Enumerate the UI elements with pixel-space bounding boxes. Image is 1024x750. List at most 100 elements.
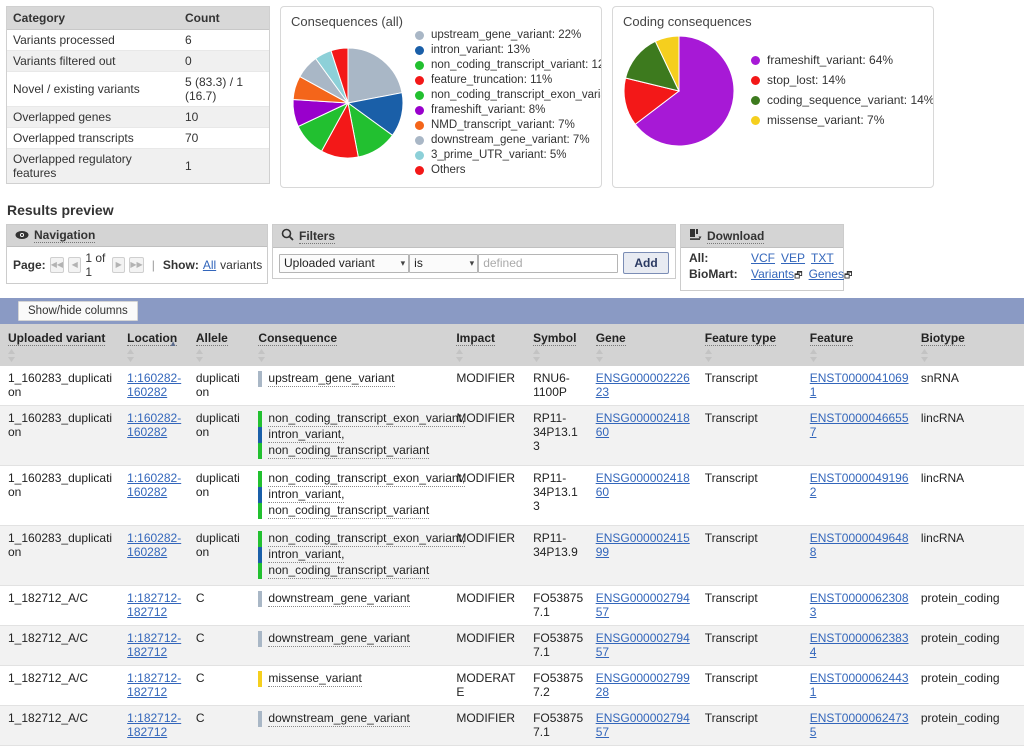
filter-field-select[interactable]: Uploaded variant [279, 253, 410, 273]
sort-toggle-icon[interactable] [533, 349, 541, 362]
sort-toggle-icon[interactable] [809, 349, 817, 362]
gene-link[interactable]: ENSG00000279457 [596, 591, 690, 619]
location-link[interactable]: 1:160282-160282 [127, 371, 181, 399]
next-page-icon[interactable]: ▶ [112, 257, 126, 273]
legend-label: frameshift_variant: 64% [767, 53, 894, 67]
cell-allele: duplication [187, 405, 251, 466]
gene-link[interactable]: ENSG00000241599 [596, 531, 690, 559]
stats-count: 10 [179, 106, 269, 128]
legend-item: 3_prime_UTR_variant: 5% [415, 149, 601, 161]
summary-row: Category Count Variants processed 6 Varian… [0, 0, 1024, 188]
gene-link[interactable]: ENSG00000241860 [596, 471, 690, 499]
first-page-icon[interactable]: ◀◀ [49, 257, 64, 273]
column-header-feature[interactable]: Feature [801, 324, 913, 366]
stats-category: Overlapped regulatory features [7, 148, 179, 183]
legend-item: non_coding_transcript_exon_variant: 10% [415, 89, 601, 101]
column-header-uploaded-variant[interactable]: Uploaded variant [0, 324, 120, 366]
location-link[interactable]: 1:182712-182712 [127, 671, 181, 699]
location-link[interactable]: 1:160282-160282 [127, 411, 181, 439]
feature-link[interactable]: ENST00000491962 [810, 471, 909, 499]
cell-biotype: protein_coding [912, 665, 1024, 706]
prev-page-icon[interactable]: ◀ [68, 257, 82, 273]
location-link[interactable]: 1:182712-182712 [127, 711, 181, 739]
legend-label: stop_lost: 14% [767, 73, 846, 87]
sort-toggle-icon[interactable] [195, 349, 203, 362]
biomart-genes-link[interactable]: Genes [809, 267, 844, 281]
cell-gene: ENSG00000279457 [587, 585, 697, 626]
add-filter-button[interactable]: Add [623, 252, 669, 274]
navigation-panel-header: Navigation [7, 225, 267, 247]
show-all-variants-link[interactable]: All [203, 258, 216, 272]
feature-link[interactable]: ENST00000623083 [810, 591, 909, 619]
cell-symbol: RP11-34P13.9 [525, 525, 588, 586]
feature-link[interactable]: ENST00000624431 [810, 671, 909, 699]
show-hide-columns-button[interactable]: Show/hide columns [18, 301, 138, 321]
filter-value-input[interactable]: defined [478, 253, 618, 273]
gene-link[interactable]: ENSG00000279928 [596, 671, 690, 699]
table-row: 1_182712_A/C 1:182712-182712 Cdownstream_g… [0, 585, 1024, 626]
cell-gene: ENSG00000241860 [587, 405, 697, 466]
column-header-label: Biotype [920, 331, 965, 346]
sort-toggle-icon[interactable] [595, 349, 603, 362]
legend-item: frameshift_variant: 8% [415, 104, 601, 116]
legend-item: non_coding_transcript_variant: 12% [415, 59, 601, 71]
table-row: 1_160283_duplication 1:160282-160282 dupli… [0, 465, 1024, 526]
feature-link[interactable]: ENST00000496488 [810, 531, 909, 559]
cell-gene: ENSG00000241860 [587, 465, 697, 526]
location-link[interactable]: 1:182712-182712 [127, 631, 181, 659]
consequence-label: downstream_gene_variant [268, 631, 410, 647]
column-header-consequence[interactable]: Consequence [250, 324, 449, 366]
table-row: 1_182712_A/C 1:182712-182712 Cdownstream_g… [0, 625, 1024, 666]
filter-operator-select[interactable]: is [409, 253, 479, 273]
cell-feature-type: Transcript [696, 745, 802, 750]
column-header-biotype[interactable]: Biotype [912, 324, 1024, 366]
legend-label: downstream_gene_variant: 7% [431, 134, 590, 146]
cell-feature-type: Transcript [696, 525, 802, 586]
download-vcf-link[interactable]: VCF [751, 251, 775, 265]
consequence-item: downstream_gene_variant [258, 711, 444, 727]
column-header-impact[interactable]: Impact [448, 324, 526, 366]
consequence-item: non_coding_transcript_variant [258, 503, 444, 519]
feature-link[interactable]: ENST00000410691 [810, 371, 909, 399]
feature-link[interactable]: ENST00000624735 [810, 711, 909, 739]
cell-allele: C [187, 585, 251, 626]
column-header-label: Feature [809, 331, 854, 346]
download-vep-link[interactable]: VEP [781, 251, 805, 265]
location-link[interactable]: 1:160282-160282 [127, 531, 181, 559]
cell-location: 1:182712-182712 [119, 665, 188, 706]
sort-toggle-icon[interactable] [456, 349, 464, 362]
cell-biotype: lincRNA [912, 405, 1024, 466]
cell-consequence: stop_lost,coding_sequence_variant,3_prim… [250, 745, 449, 750]
biomart-variants-link[interactable]: Variants [751, 267, 794, 281]
legend-color-swatch [415, 90, 424, 100]
sort-toggle-icon[interactable] [920, 349, 928, 362]
sort-toggle-icon[interactable] [258, 349, 266, 362]
cell-biotype: snRNA [912, 366, 1024, 406]
gene-link[interactable]: ENSG00000222623 [596, 371, 690, 399]
column-header-location[interactable]: Location ▲ [119, 324, 188, 366]
eye-icon [15, 229, 29, 243]
last-page-icon[interactable]: ▶▶ [129, 257, 144, 273]
legend-color-swatch [751, 95, 760, 105]
external-link-icon: 🗗 [794, 270, 803, 280]
download-txt-link[interactable]: TXT [811, 251, 834, 265]
sort-toggle-icon[interactable] [8, 349, 15, 362]
feature-link[interactable]: ENST00000623834 [810, 631, 909, 659]
column-header-feature-type[interactable]: Feature type [696, 324, 802, 366]
stats-header-row: Category Count [7, 7, 269, 30]
column-header-allele[interactable]: Allele [187, 324, 251, 366]
gene-link[interactable]: ENSG00000241860 [596, 411, 690, 439]
cell-biotype: protein_coding [912, 745, 1024, 750]
gene-link[interactable]: ENSG00000279457 [596, 631, 690, 659]
gene-link[interactable]: ENSG00000279457 [596, 711, 690, 739]
location-link[interactable]: 1:182712-182712 [127, 591, 181, 619]
stats-row: Overlapped genes 10 [7, 106, 269, 128]
sort-toggle-icon[interactable] [127, 349, 135, 362]
cell-impact: MODERATE [448, 665, 526, 706]
sort-toggle-icon[interactable] [704, 349, 712, 362]
cell-biotype: protein_coding [912, 625, 1024, 666]
location-link[interactable]: 1:160282-160282 [127, 471, 181, 499]
column-header-symbol[interactable]: Symbol [525, 324, 588, 366]
column-header-gene[interactable]: Gene [587, 324, 697, 366]
feature-link[interactable]: ENST00000466557 [810, 411, 909, 439]
